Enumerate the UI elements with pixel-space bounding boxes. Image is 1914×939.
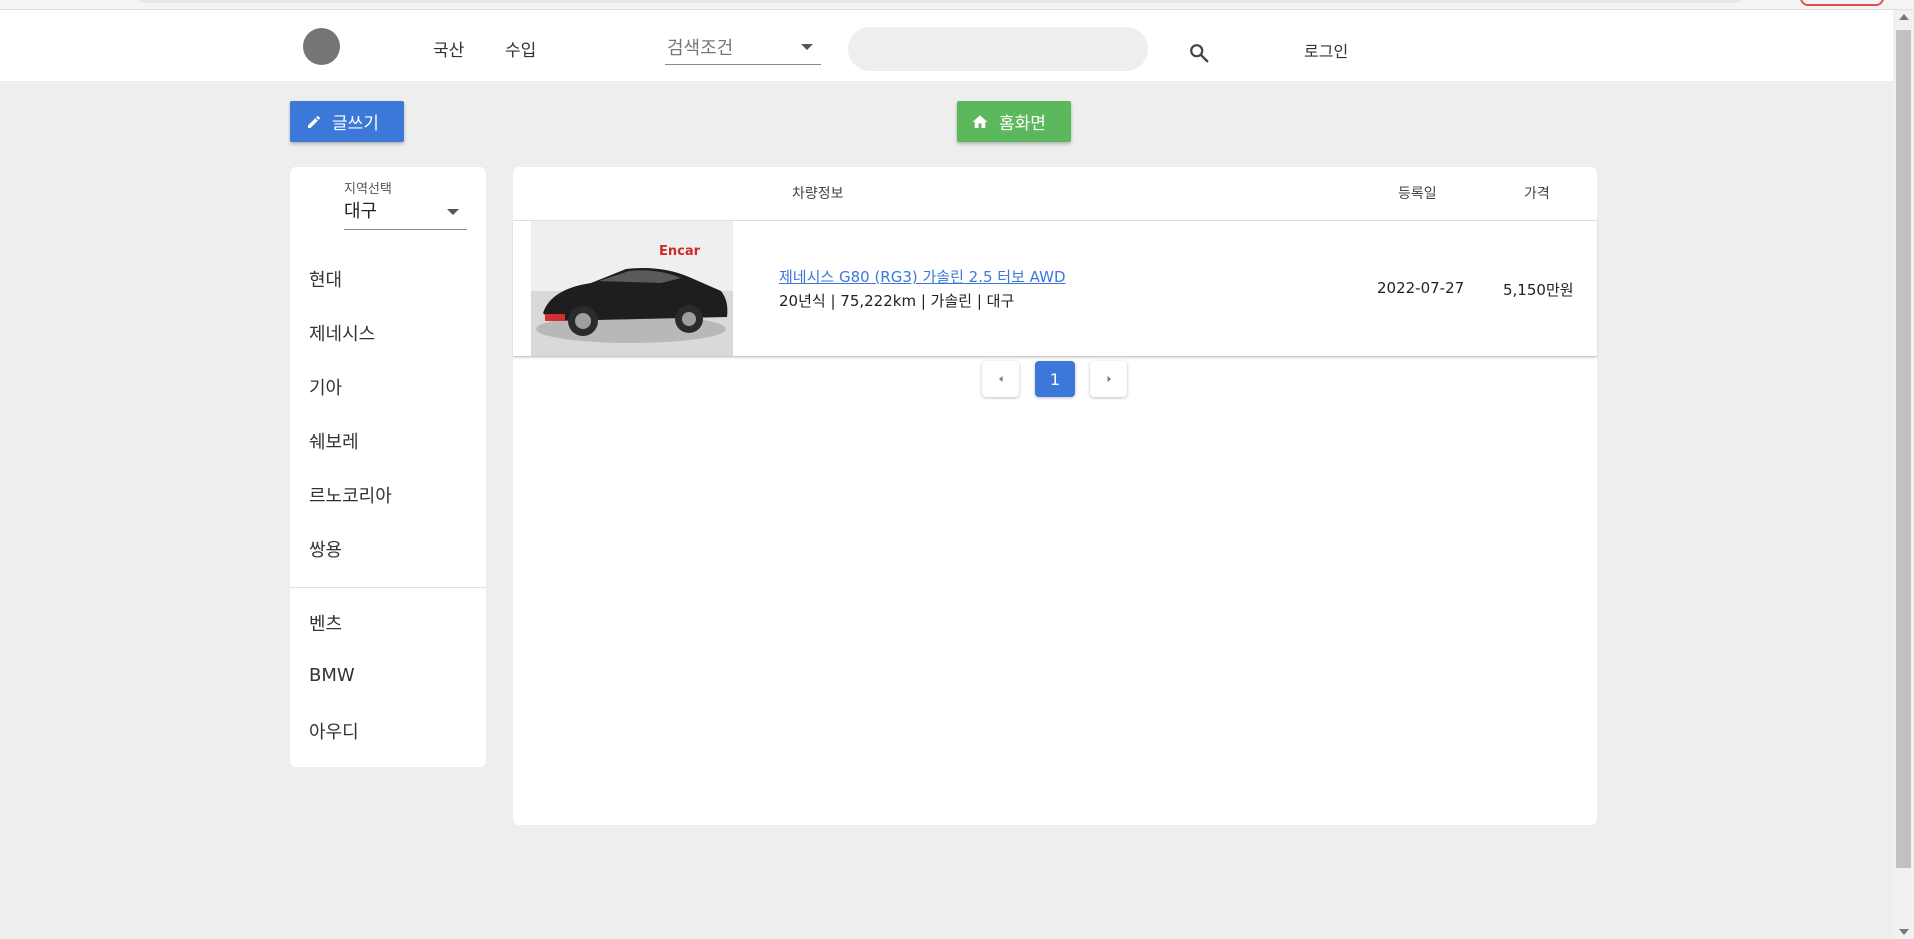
sidebar-item-renault[interactable]: 르노코리아: [309, 482, 392, 508]
browser-button[interactable]: [1800, 0, 1884, 6]
region-select[interactable]: 대구: [344, 195, 467, 230]
pagination-prev-button[interactable]: [982, 361, 1019, 397]
table-row[interactable]: Encar 제네시스 G80 (RG3) 가솔린 2.5 터보 AWD 20년식…: [513, 221, 1597, 357]
column-header-info: 차량정보: [792, 186, 844, 202]
car-price: 5,150만원: [1503, 281, 1574, 299]
avatar[interactable]: [303, 28, 340, 65]
car-thumbnail[interactable]: Encar: [531, 221, 733, 356]
browser-top-strip: [0, 0, 1914, 10]
home-button[interactable]: 홈화면: [957, 101, 1071, 142]
sidebar-item-hyundai[interactable]: 현대: [309, 266, 342, 292]
region-value: 대구: [344, 201, 378, 222]
column-header-price: 가격: [1524, 186, 1550, 202]
pencil-icon: [308, 115, 320, 128]
scroll-up-icon[interactable]: [1899, 14, 1909, 20]
pagination-next-button[interactable]: [1090, 361, 1127, 397]
car-date: 2022-07-27: [1377, 279, 1465, 297]
nav-domestic[interactable]: 국산: [433, 36, 464, 61]
sidebar: 지역선택 대구 현대 제네시스 기아 쉐보레 르노코리아 쌍용 벤츠 BMW 아…: [290, 167, 486, 767]
search-condition-value: 검색조건: [667, 38, 734, 59]
pagination-current-page[interactable]: 1: [1035, 361, 1075, 397]
car-image-icon: Encar: [531, 221, 733, 356]
scrollbar-thumb[interactable]: [1896, 30, 1911, 868]
nav-import[interactable]: 수입: [505, 36, 536, 61]
search-input[interactable]: [848, 27, 1148, 71]
write-button-label: 글쓰기: [332, 114, 379, 134]
sidebar-item-bmw[interactable]: BMW: [309, 665, 355, 686]
top-header: 국산 수입 검색조건 로그인: [0, 10, 1893, 81]
chevron-right-icon: [1107, 376, 1111, 382]
sidebar-item-genesis[interactable]: 제네시스: [309, 320, 375, 346]
sidebar-item-benz[interactable]: 벤츠: [309, 610, 342, 636]
caret-down-icon: [447, 209, 459, 215]
car-title-link[interactable]: 제네시스 G80 (RG3) 가솔린 2.5 터보 AWD: [779, 266, 1066, 287]
sidebar-divider: [290, 587, 486, 588]
chevron-left-icon: [998, 376, 1002, 382]
home-icon: [972, 114, 988, 128]
login-link[interactable]: 로그인: [1304, 38, 1348, 62]
browser-address-bar: [140, 0, 1740, 3]
page-scrollbar[interactable]: [1893, 10, 1914, 939]
car-info: 20년식 | 75,222km | 가솔린 | 대구: [779, 292, 1015, 310]
watermark-text: Encar: [659, 244, 701, 259]
caret-down-icon: [801, 44, 813, 50]
home-button-label: 홈화면: [999, 114, 1046, 134]
sidebar-item-ssangyong[interactable]: 쌍용: [309, 536, 342, 562]
search-condition-select[interactable]: 검색조건: [665, 30, 821, 65]
scroll-down-icon[interactable]: [1899, 929, 1909, 935]
sidebar-item-kia[interactable]: 기아: [309, 374, 342, 400]
listing-panel: 차량정보 등록일 가격 Encar 제네시스 G80 (RG3) 가솔린 2.5…: [513, 167, 1597, 825]
search-icon[interactable]: [1188, 42, 1210, 64]
column-header-date: 등록일: [1398, 186, 1437, 202]
sidebar-item-audi[interactable]: 아우디: [309, 718, 359, 744]
sidebar-item-chevrolet[interactable]: 쉐보레: [309, 428, 359, 454]
write-button[interactable]: 글쓰기: [290, 101, 404, 142]
